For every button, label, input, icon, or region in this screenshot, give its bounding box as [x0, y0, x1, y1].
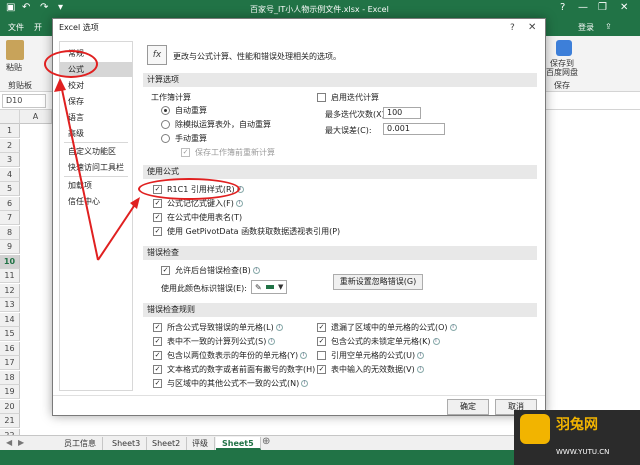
watermark-url: WWW.YUTU.CN: [556, 448, 610, 456]
watermark-brand: 羽兔网: [556, 417, 598, 433]
brand-logo-icon: [520, 414, 550, 444]
annotation-arrows: [54, 78, 140, 261]
excel-app: ▣ ↶ ↷ ▾ 百家号_IT小人物示例文件.xlsx - Excel ? — ❐…: [0, 0, 640, 465]
